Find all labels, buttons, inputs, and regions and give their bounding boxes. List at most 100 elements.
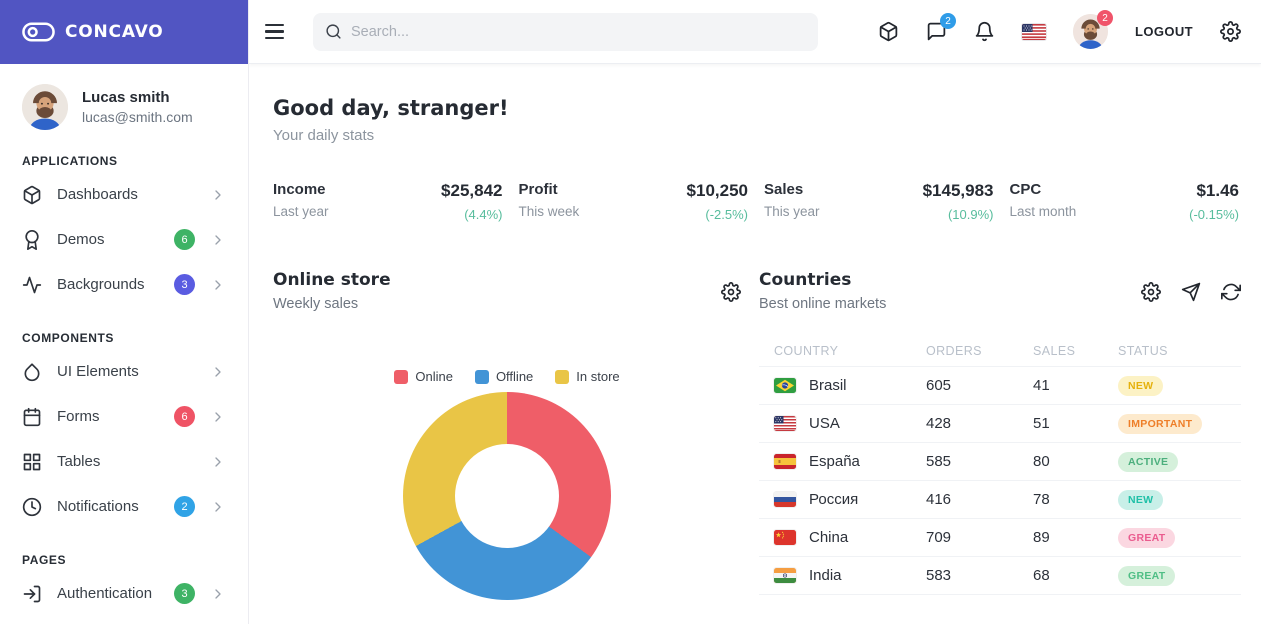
- sales-value: 89: [1033, 529, 1118, 546]
- stat-change: (4.4%): [441, 207, 502, 222]
- chart-settings-gear-icon[interactable]: [721, 282, 741, 302]
- backgrounds-count-badge: 3: [174, 274, 195, 295]
- sales-value: 41: [1033, 377, 1118, 394]
- settings-gear-icon[interactable]: [1220, 21, 1241, 42]
- card-title: Online store: [273, 270, 391, 290]
- stat-change: (-0.15%): [1189, 207, 1239, 222]
- orders-value: 416: [926, 491, 1033, 508]
- messages-badge: 2: [940, 13, 956, 29]
- sidebar-item-notifications[interactable]: Notifications 2: [22, 484, 226, 529]
- legend-swatch-online: [394, 370, 408, 384]
- status-badge: NEW: [1118, 490, 1163, 510]
- stat-value: $10,250: [687, 181, 748, 201]
- stat-sublabel: This week: [519, 204, 580, 219]
- sidebar-item-label: Backgrounds: [57, 276, 159, 293]
- orders-value: 585: [926, 453, 1033, 470]
- chevron-right-icon: [210, 364, 226, 380]
- sidebar-user-card[interactable]: Lucas smith lucas@smith.com: [22, 84, 226, 130]
- avatar-notification-badge: 2: [1097, 10, 1113, 26]
- legend-item-online[interactable]: Online: [394, 369, 453, 384]
- stat-sales: Sales This year $145,983 (10.9%): [764, 181, 994, 222]
- main-content: Good day, stranger! Your daily stats Inc…: [249, 64, 1261, 624]
- brand-header[interactable]: CONCAVO: [0, 0, 248, 64]
- online-store-card: Online store Weekly sales Online: [273, 270, 741, 600]
- stat-income: Income Last year $25,842 (4.4%): [273, 181, 503, 222]
- flag-brazil-icon: [774, 378, 796, 393]
- stat-label: CPC: [1010, 181, 1077, 198]
- chart-legend: Online Offline In store: [273, 369, 741, 384]
- card-subtitle: Weekly sales: [273, 296, 391, 312]
- stat-label: Income: [273, 181, 329, 198]
- app-root: CONCAVO Lucas smith: [0, 0, 1261, 624]
- sales-value: 80: [1033, 453, 1118, 470]
- page-title: Good day, stranger!: [273, 96, 1241, 120]
- legend-item-offline[interactable]: Offline: [475, 369, 533, 384]
- countries-table: COUNTRY ORDERS SALES STATUS Brasil 605: [759, 336, 1241, 595]
- sidebar-nav-pages: Authentication 3: [22, 571, 226, 616]
- country-name: Brasil: [809, 377, 847, 394]
- status-badge: NEW: [1118, 376, 1163, 396]
- demos-count-badge: 6: [174, 229, 195, 250]
- sidebar: CONCAVO Lucas smith: [0, 0, 249, 624]
- award-icon: [22, 230, 42, 250]
- sidebar-item-dashboards[interactable]: Dashboards: [22, 172, 226, 217]
- flag-spain-icon: [774, 454, 796, 469]
- sidebar-item-backgrounds[interactable]: Backgrounds 3: [22, 262, 226, 307]
- grid-icon: [22, 452, 42, 472]
- table-row-espana: España 585 80 ACTIVE: [759, 442, 1241, 480]
- activity-icon: [22, 275, 42, 295]
- country-name: España: [809, 453, 860, 470]
- sidebar-nav-components: UI Elements Forms 6 Tables: [22, 349, 226, 529]
- sidebar-section-components: COMPONENTS: [22, 331, 226, 345]
- legend-item-in-store[interactable]: In store: [555, 369, 619, 384]
- sidebar-item-label: Notifications: [57, 498, 159, 515]
- search-input[interactable]: [351, 24, 806, 40]
- chevron-right-icon: [210, 277, 226, 293]
- status-badge: ACTIVE: [1118, 452, 1178, 472]
- chevron-right-icon: [210, 187, 226, 203]
- refresh-icon[interactable]: [1221, 282, 1241, 302]
- stat-sublabel: Last year: [273, 204, 329, 219]
- table-row-usa: USA 428 51 IMPORTANT: [759, 404, 1241, 442]
- clock-icon: [22, 497, 42, 517]
- send-icon[interactable]: [1181, 282, 1201, 302]
- sidebar-item-forms[interactable]: Forms 6: [22, 394, 226, 439]
- stat-sublabel: Last month: [1010, 204, 1077, 219]
- language-flag-us[interactable]: [1022, 24, 1046, 40]
- topbar-avatar-button[interactable]: 2: [1073, 14, 1108, 49]
- messages-icon[interactable]: 2: [926, 21, 947, 42]
- sidebar-item-demos[interactable]: Demos 6: [22, 217, 226, 262]
- sidebar-item-tables[interactable]: Tables: [22, 439, 226, 484]
- legend-label: Online: [415, 369, 453, 384]
- legend-label: Offline: [496, 369, 533, 384]
- card-subtitle: Best online markets: [759, 296, 886, 312]
- chevron-right-icon: [210, 586, 226, 602]
- chevron-right-icon: [210, 409, 226, 425]
- orders-value: 583: [926, 567, 1033, 584]
- country-name: China: [809, 529, 848, 546]
- chevron-right-icon: [210, 499, 226, 515]
- country-name: USA: [809, 415, 840, 432]
- stat-label: Profit: [519, 181, 580, 198]
- status-badge: GREAT: [1118, 566, 1175, 586]
- sidebar-item-ui-elements[interactable]: UI Elements: [22, 349, 226, 394]
- sidebar-item-label: UI Elements: [57, 363, 195, 380]
- status-badge: IMPORTANT: [1118, 414, 1202, 434]
- sidebar-item-label: Forms: [57, 408, 159, 425]
- bell-icon[interactable]: [974, 21, 995, 42]
- user-avatar: [22, 84, 68, 130]
- country-name: India: [809, 567, 842, 584]
- hamburger-menu-button[interactable]: [265, 21, 291, 43]
- sidebar-item-authentication[interactable]: Authentication 3: [22, 571, 226, 616]
- table-settings-gear-icon[interactable]: [1141, 282, 1161, 302]
- donut-chart[interactable]: [403, 392, 611, 600]
- column-header-orders: ORDERS: [926, 344, 1033, 358]
- logout-button[interactable]: LOGOUT: [1135, 24, 1193, 39]
- status-badge: GREAT: [1118, 528, 1175, 548]
- countries-card: Countries Best online markets: [759, 270, 1241, 600]
- stat-value: $1.46: [1189, 181, 1239, 201]
- flag-china-icon: [774, 530, 796, 545]
- sidebar-section-pages: PAGES: [22, 553, 226, 567]
- flag-usa-icon: [774, 416, 796, 431]
- apps-box-icon[interactable]: [878, 21, 899, 42]
